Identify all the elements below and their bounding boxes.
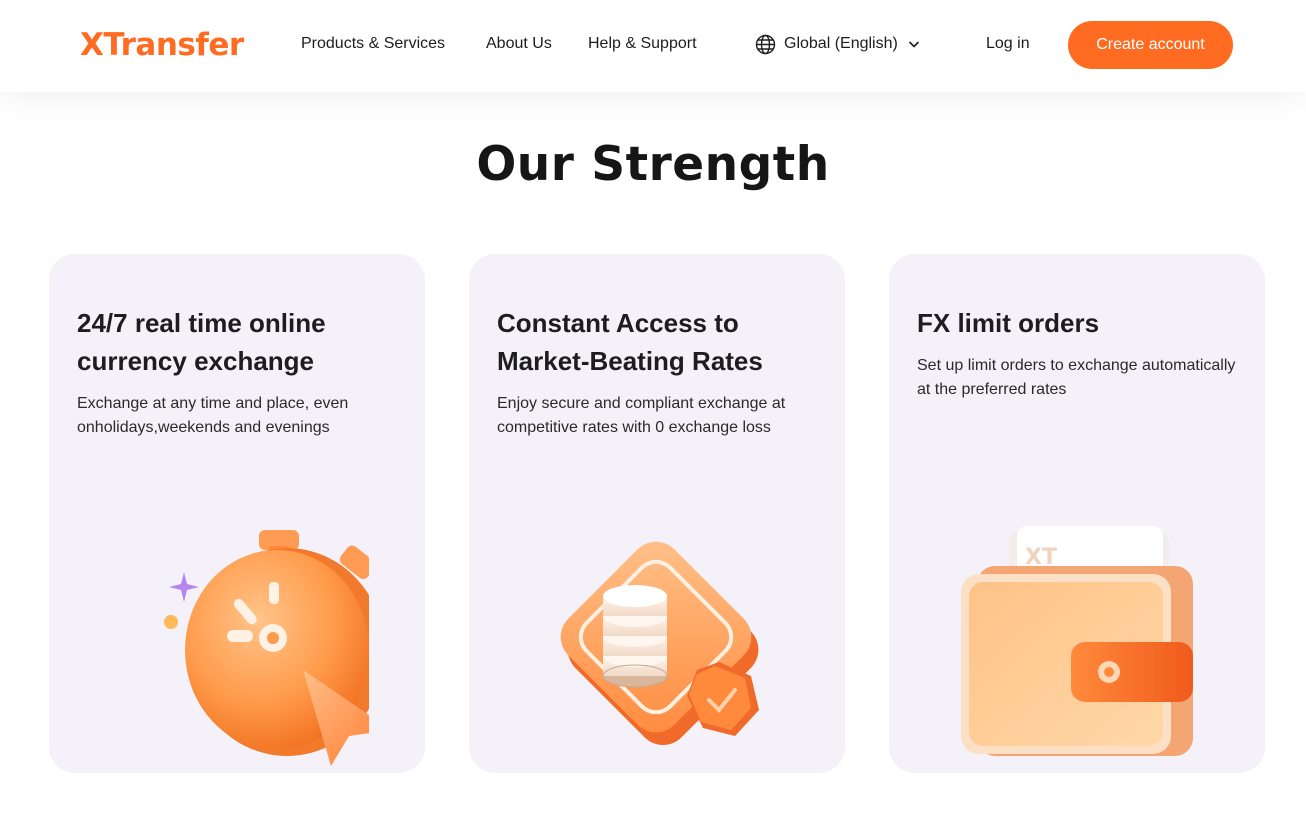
stopwatch-icon	[109, 522, 408, 772]
chevron-down-icon	[907, 37, 921, 51]
globe-icon	[755, 34, 776, 55]
card-title: Constant Access to Market-Beating Rates	[497, 308, 763, 376]
create-account-button[interactable]: Create account	[1068, 21, 1233, 69]
language-selector[interactable]: Global (English)	[755, 34, 921, 54]
card-description: Set up limit orders to exchange automati…	[917, 357, 1236, 398]
card-title: 24/7 real time online currency exchange	[77, 308, 326, 376]
feature-card-market-rates: Constant Access to Market-Beating Rates …	[469, 254, 845, 773]
nav-about-us[interactable]: About Us	[486, 34, 552, 54]
language-label: Global (English)	[784, 35, 898, 52]
nav-help-support[interactable]: Help & Support	[588, 34, 697, 54]
feature-card-realtime-exchange: 24/7 real time online currency exchange …	[49, 254, 425, 773]
card-title: FX limit orders	[917, 308, 1100, 338]
wallet-icon: XT	[957, 526, 1207, 771]
site-header: XTransfer Products & Services About Us H…	[0, 0, 1306, 92]
coin-stack-shield-icon	[539, 524, 779, 773]
nav-products-services[interactable]: Products & Services	[301, 34, 445, 54]
xtransfer-logo[interactable]: XTransfer	[80, 29, 244, 61]
card-description: Enjoy secure and compliant exchange at c…	[497, 395, 786, 436]
feature-card-fx-limit-orders: FX limit orders Set up limit orders to e…	[889, 254, 1265, 773]
card-description: Exchange at any time and place, even onh…	[77, 395, 349, 436]
section-title: Our Strength	[476, 137, 830, 192]
login-link[interactable]: Log in	[986, 34, 1030, 54]
